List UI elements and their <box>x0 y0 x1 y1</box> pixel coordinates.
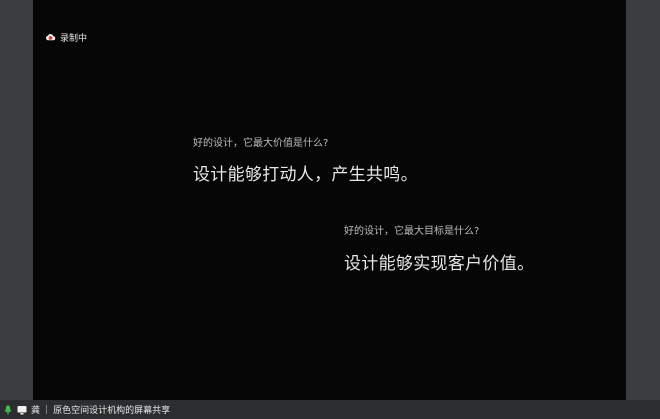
slide-question-2: 好的设计，它最大目标是什么? <box>344 226 480 237</box>
slide-answer-1: 设计能够打动人，产生共鸣。 <box>193 165 418 185</box>
left-gutter <box>0 0 33 419</box>
status-separator: | <box>45 404 49 415</box>
presenter-name: 龚 <box>31 406 41 416</box>
cloud-record-icon <box>46 33 56 40</box>
recording-indicator[interactable]: 录制中 <box>45 30 87 44</box>
slide-question-1: 好的设计，它最大价值是什么? <box>193 138 329 149</box>
microphone-icon[interactable] <box>3 405 13 415</box>
right-gutter <box>626 0 660 419</box>
share-status-bar: 龚 | 原色空间设计机构的屏幕共享 <box>0 400 660 419</box>
recording-label: 录制中 <box>60 33 88 44</box>
shared-screen: 录制中 好的设计，它最大价值是什么? 设计能够打动人，产生共鸣。 好的设计，它最… <box>33 0 626 400</box>
slide-answer-2: 设计能够实现客户价值。 <box>344 254 535 274</box>
screen-share-icon[interactable] <box>17 405 27 415</box>
screen-share-label: 原色空间设计机构的屏幕共享 <box>53 406 171 416</box>
